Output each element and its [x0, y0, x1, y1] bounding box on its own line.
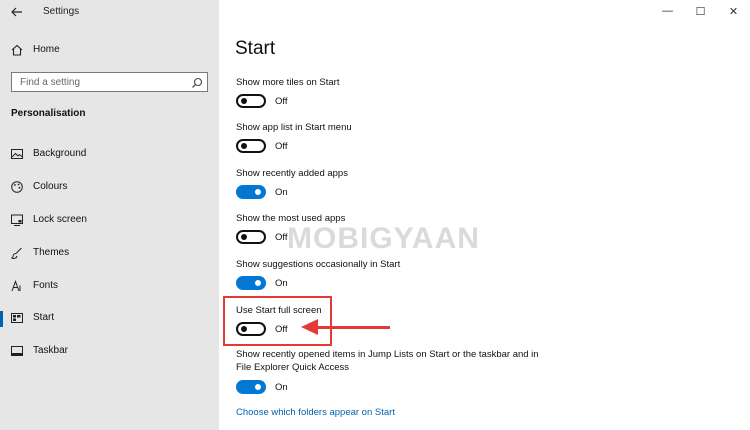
- toggle-knob: [241, 98, 247, 104]
- close-button[interactable]: ✕: [717, 0, 750, 22]
- toggle-knob: [255, 280, 261, 286]
- setting-label: File Explorer Quick Access: [236, 362, 349, 373]
- toggle-knob: [255, 189, 261, 195]
- section-title: Personalisation: [11, 108, 86, 119]
- setting-label: Show recently added apps: [236, 168, 348, 179]
- page-title: Start: [235, 38, 276, 59]
- sidebar-item-colours[interactable]: Colours: [0, 177, 219, 199]
- toggle-state: Off: [275, 96, 288, 107]
- search-icon[interactable]: [191, 76, 203, 88]
- app-title: Settings: [43, 6, 80, 17]
- setting-label: Show more tiles on Start: [236, 77, 340, 88]
- picture-icon: [10, 147, 24, 161]
- brush-icon: [10, 246, 24, 260]
- font-icon: [10, 279, 24, 293]
- back-arrow-icon[interactable]: [9, 4, 25, 20]
- sidebar-item-fonts[interactable]: Fonts: [0, 276, 219, 298]
- toggle-state: Off: [275, 141, 288, 152]
- sidebar-item-label: Lock screen: [33, 214, 87, 225]
- search-placeholder: Find a setting: [20, 77, 81, 88]
- toggle-knob: [241, 143, 247, 149]
- toggle-knob: [255, 384, 261, 390]
- sidebar-item-start[interactable]: Start: [0, 308, 219, 330]
- start-icon: [10, 311, 24, 325]
- toggle-show-more-tiles[interactable]: [236, 94, 266, 108]
- palette-icon: [10, 180, 24, 194]
- toggle-state: On: [275, 382, 288, 393]
- setting-label: Show recently opened items in Jump Lists…: [236, 349, 539, 360]
- sidebar-item-lock-screen[interactable]: Lock screen: [0, 210, 219, 232]
- taskbar-icon: [10, 344, 24, 358]
- sidebar-item-background[interactable]: Background: [0, 144, 219, 166]
- sidebar-item-label: Taskbar: [33, 345, 69, 356]
- sidebar-item-taskbar[interactable]: Taskbar: [0, 341, 219, 363]
- toggle-knob: [241, 234, 247, 240]
- search-input[interactable]: Find a setting: [11, 72, 208, 92]
- nav-home-label: Home: [33, 44, 60, 55]
- sidebar-item-label: Background: [33, 148, 87, 159]
- toggle-state: Off: [275, 232, 288, 243]
- setting-label: Show suggestions occasionally in Start: [236, 259, 401, 270]
- nav-home[interactable]: Home: [0, 40, 219, 62]
- annotation-arrow-shaft: [316, 326, 390, 329]
- sidebar: Settings Home Find a setting Personalisa…: [0, 0, 219, 430]
- sidebar-item-label: Start: [33, 312, 55, 323]
- toggle-show-suggestions[interactable]: [236, 276, 266, 290]
- window-controls: — ☐ ✕: [651, 0, 750, 22]
- active-indicator: [0, 311, 3, 327]
- maximize-button[interactable]: ☐: [684, 0, 717, 22]
- toggle-state: On: [275, 278, 288, 289]
- sidebar-item-themes[interactable]: Themes: [0, 243, 219, 265]
- toggle-show-most-used[interactable]: [236, 230, 266, 244]
- toggle-state: On: [275, 187, 288, 198]
- sidebar-item-label: Colours: [33, 181, 68, 192]
- toggle-show-recently-added[interactable]: [236, 185, 266, 199]
- setting-label: Show the most used apps: [236, 213, 346, 224]
- sidebar-item-label: Fonts: [33, 280, 59, 291]
- home-icon: [10, 43, 24, 57]
- sidebar-item-label: Themes: [33, 247, 70, 258]
- toggle-show-jump-lists[interactable]: [236, 380, 266, 394]
- setting-label: Show app list in Start menu: [236, 122, 352, 133]
- annotation-arrow-icon: [301, 319, 318, 335]
- main-panel: — ☐ ✕ Start MOBIGYAAN Show more tiles on…: [219, 0, 750, 430]
- minimize-button[interactable]: —: [651, 0, 684, 22]
- lock-screen-icon: [10, 213, 24, 227]
- watermark: MOBIGYAAN: [287, 222, 480, 255]
- choose-folders-link[interactable]: Choose which folders appear on Start: [236, 407, 395, 418]
- toggle-show-app-list[interactable]: [236, 139, 266, 153]
